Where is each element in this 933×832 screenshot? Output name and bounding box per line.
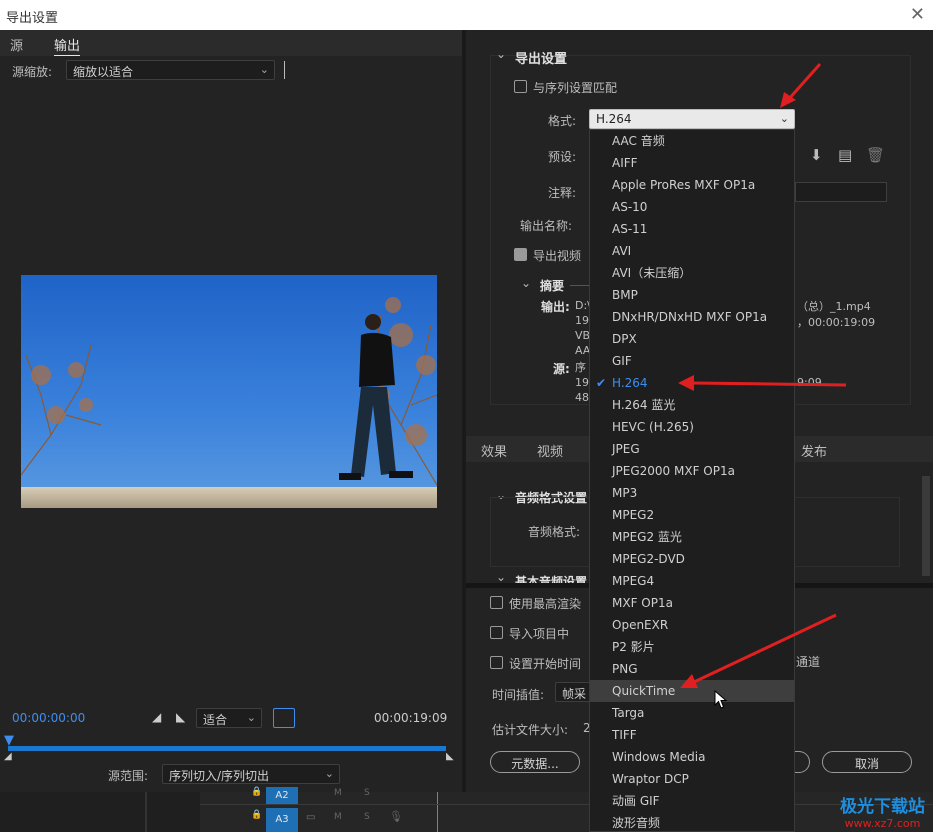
watermark-url: www.xz7.com bbox=[844, 817, 921, 830]
annotation-arrows bbox=[678, 63, 847, 688]
red-arrow-icon bbox=[680, 613, 837, 688]
red-arrow-icon bbox=[780, 63, 822, 108]
watermark: 极光下载站 www.xz7.com bbox=[840, 792, 925, 830]
red-arrow-icon bbox=[678, 375, 847, 391]
watermark-logo-text: 极光下载站 bbox=[840, 797, 925, 817]
